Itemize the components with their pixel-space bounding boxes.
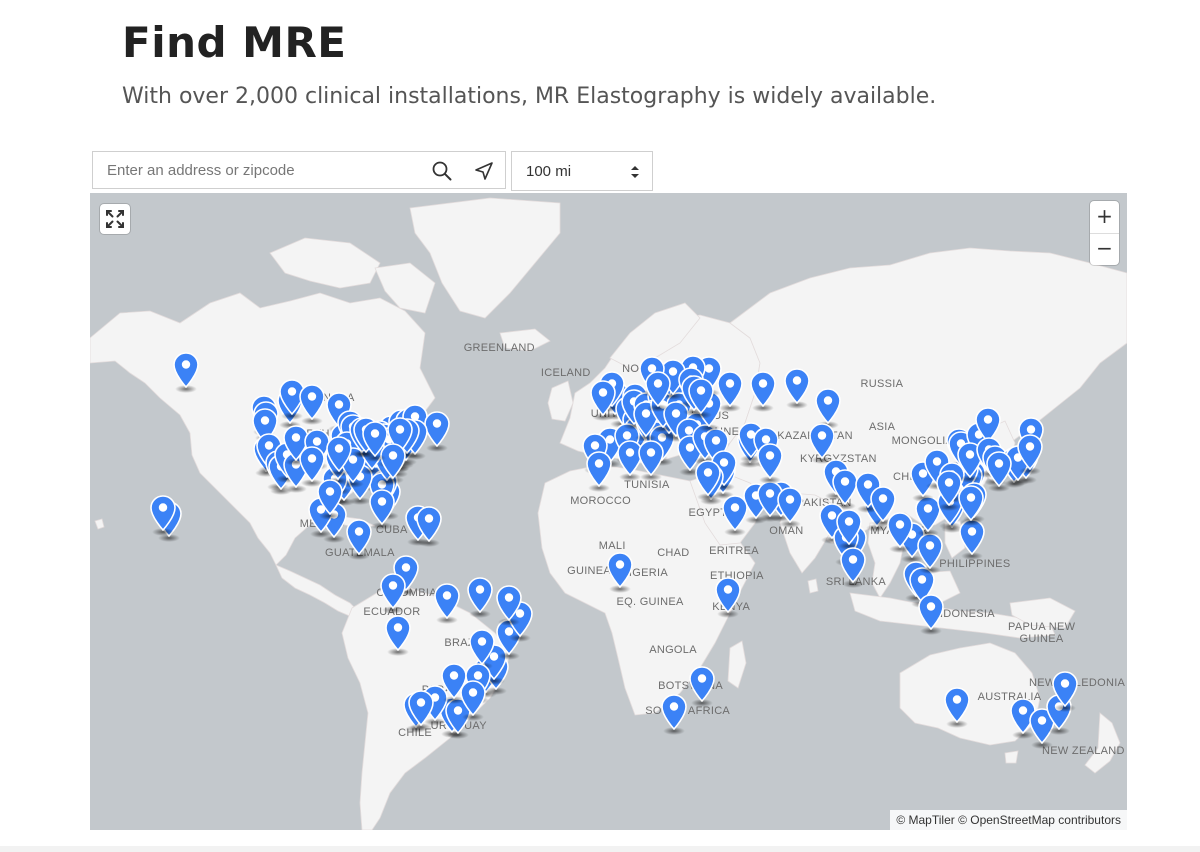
installation-marker-icon[interactable] [150, 495, 177, 532]
installation-marker-icon[interactable] [808, 423, 835, 460]
installation-marker-icon[interactable] [750, 371, 777, 408]
location-arrow-icon[interactable] [473, 160, 495, 182]
map-label: SOUTH AFRICA [645, 705, 731, 718]
map-label: RUSSIA [860, 377, 904, 390]
map-attribution[interactable]: © MapTiler © OpenStreetMap contributors [890, 810, 1127, 830]
installation-marker-icon[interactable] [777, 487, 804, 524]
zoom-out-button[interactable]: − [1090, 233, 1119, 265]
map-label: GREENLAND [463, 341, 535, 354]
installation-marker-icon[interactable] [434, 583, 460, 620]
map-label: CHAD [657, 547, 690, 559]
installation-marker-icon[interactable] [944, 687, 970, 724]
zoom-in-button[interactable]: + [1090, 201, 1119, 234]
radius-select[interactable]: 100 mi [511, 151, 653, 191]
land-sri-lanka [807, 578, 819, 594]
zoom-control: + − [1090, 201, 1119, 265]
address-search-box [92, 151, 506, 189]
installation-marker-icon[interactable] [958, 485, 984, 522]
installation-marker-icon[interactable] [689, 666, 715, 703]
installation-marker-icon[interactable] [721, 494, 748, 531]
installation-marker-icon[interactable] [299, 445, 325, 482]
installation-marker-icon[interactable] [369, 489, 395, 526]
installation-marker-icon[interactable] [835, 509, 862, 546]
installation-marker-icon[interactable] [839, 547, 866, 584]
map-label: MOROCCO [570, 494, 631, 507]
page-title: Find MRE [122, 18, 347, 67]
land-central-america [275, 564, 359, 618]
installation-marker-icon[interactable] [326, 436, 352, 473]
installation-marker-icon[interactable] [815, 387, 841, 424]
bottom-divider [0, 846, 1200, 852]
installation-marker-icon[interactable] [637, 439, 664, 476]
map-label: NEW ZEALAND [1042, 745, 1125, 757]
installation-marker-icon[interactable] [1051, 671, 1078, 708]
installation-marker-icon[interactable] [361, 420, 388, 457]
installation-marker-icon[interactable] [459, 680, 486, 717]
address-search-input[interactable] [93, 152, 413, 188]
installation-marker-icon[interactable] [496, 585, 523, 622]
map-label: PAPUA NEW [1008, 620, 1076, 633]
installation-marker-icon[interactable] [661, 694, 688, 731]
land-madagascar [727, 640, 747, 689]
installation-marker-icon[interactable] [688, 378, 714, 415]
map-label: ANGOLA [649, 644, 697, 657]
installation-marker-icon[interactable] [317, 479, 343, 516]
map-label: ERITREA [709, 545, 759, 558]
installation-marker-icon[interactable] [644, 371, 671, 408]
land-hawaii [94, 518, 105, 530]
map-label: ICELAND [540, 367, 591, 379]
land-tasmania [1004, 750, 1019, 764]
installation-marker-icon[interactable] [694, 459, 721, 496]
installation-marker-icon[interactable] [1016, 434, 1043, 471]
installation-marker-icon[interactable] [298, 384, 325, 421]
fullscreen-icon [106, 210, 124, 228]
installation-marker-icon[interactable] [384, 615, 411, 652]
fullscreen-button[interactable] [100, 204, 130, 234]
installations-map[interactable]: GREENLANDICELANDNORWAYRUSSIACANADAUNITED… [90, 193, 1127, 830]
installation-marker-icon[interactable] [173, 351, 199, 388]
map-label: ASIA [869, 421, 896, 433]
installation-marker-icon[interactable] [380, 572, 407, 609]
installation-marker-icon[interactable] [586, 451, 612, 488]
installation-marker-icon[interactable] [757, 443, 783, 480]
installation-marker-icon[interactable] [917, 594, 944, 631]
installation-marker-icon[interactable] [783, 367, 810, 404]
installation-marker-icon[interactable] [917, 533, 944, 570]
map-label: MONGOLIA [891, 435, 954, 448]
installation-marker-icon[interactable] [607, 552, 634, 589]
installation-marker-icon[interactable] [832, 469, 858, 506]
map-label: GUINEA [1019, 633, 1064, 646]
map-label: GUINEA [567, 565, 612, 577]
land-new-zealand [1084, 712, 1121, 774]
installation-marker-icon[interactable] [589, 380, 616, 417]
installation-marker-icon[interactable] [408, 690, 435, 727]
installation-marker-icon[interactable] [416, 505, 443, 542]
page-subtitle: With over 2,000 clinical installations, … [122, 84, 937, 109]
installation-marker-icon[interactable] [467, 577, 494, 614]
installation-marker-icon[interactable] [469, 629, 495, 666]
land-uk [547, 380, 574, 422]
land-greenland [409, 197, 561, 319]
radius-selected-value: 100 mi [526, 163, 572, 180]
installation-marker-icon[interactable] [345, 519, 372, 556]
map-label: MALI [598, 539, 626, 552]
land-canadian-islands [269, 237, 381, 289]
map-label: EQ. GUINEA [616, 595, 684, 608]
select-arrows-icon [630, 164, 640, 180]
installation-marker-icon[interactable] [714, 576, 741, 613]
search-icon[interactable] [431, 160, 453, 182]
installation-marker-icon[interactable] [887, 511, 913, 548]
installation-marker-icon[interactable] [986, 451, 1012, 488]
